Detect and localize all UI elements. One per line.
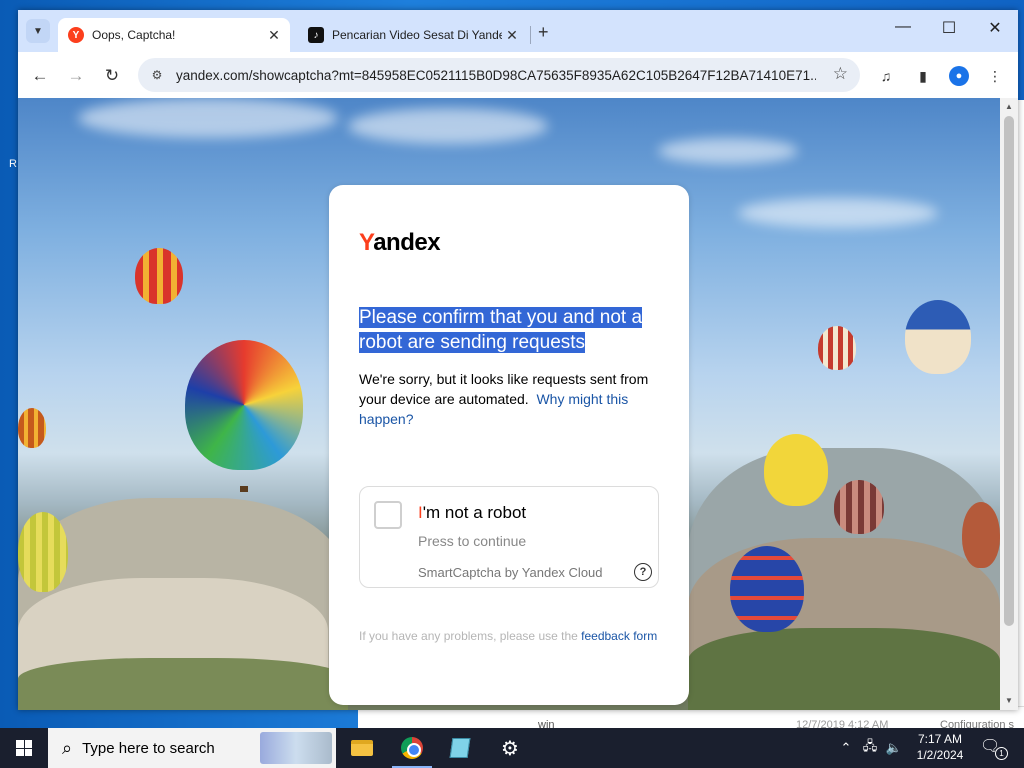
settings-button[interactable]: ⚙ [486, 728, 534, 768]
tiktok-favicon-icon: ♪ [308, 27, 324, 43]
file-explorer-button[interactable] [338, 728, 386, 768]
kebab-menu-icon[interactable]: ⋮ [985, 66, 1005, 86]
yandex-favicon-icon: Y [68, 27, 84, 43]
scroll-up-icon[interactable]: ▲ [1005, 102, 1013, 111]
checkbox-subtitle: Press to continue [418, 533, 527, 549]
balloon-decoration [18, 408, 46, 448]
balloon-decoration [818, 326, 856, 370]
close-tab-icon[interactable]: ✕ [264, 27, 284, 44]
forward-button[interactable]: → [64, 64, 88, 88]
balloon-decoration [18, 512, 68, 592]
bookmark-star-icon[interactable]: ☆ [833, 64, 848, 84]
cloud-decoration [658, 138, 798, 164]
balloon-decoration [185, 340, 303, 470]
reload-button[interactable]: ↻ [100, 64, 124, 88]
balloon-decoration [905, 300, 971, 374]
balloon-decoration [764, 434, 828, 506]
notification-badge: 1 [995, 747, 1008, 760]
captcha-brand: SmartCaptcha by Yandex Cloud [418, 565, 603, 580]
tab-tiktok[interactable]: ♪ Pencarian Video Sesat Di Yande ✕ [298, 18, 528, 52]
tab-bar: ▼ Y Oops, Captcha! ✕ ♪ Pencarian Video S… [18, 10, 1018, 52]
cloud-decoration [348, 108, 548, 144]
arrow-left-icon: ← [31, 66, 49, 85]
vertical-scrollbar[interactable]: ▲ ▼ [1000, 98, 1018, 710]
network-icon[interactable]: 🖧 [860, 728, 880, 768]
page-viewport: Yandex Please confirm that you and not a… [18, 98, 1000, 710]
cloud-decoration [78, 98, 338, 138]
captcha-card: Yandex Please confirm that you and not a… [329, 185, 689, 705]
back-button[interactable]: ← [28, 64, 52, 88]
site-info-icon[interactable]: ⚙ [148, 68, 166, 82]
field-decoration [18, 658, 348, 710]
gear-icon: ⚙ [501, 737, 519, 760]
balloon-decoration [834, 480, 884, 534]
balloon-decoration [135, 248, 183, 304]
scroll-down-icon[interactable]: ▼ [1005, 696, 1013, 705]
chrome-button[interactable] [388, 728, 436, 768]
tab-search-button[interactable]: ▼ [26, 19, 50, 43]
windows-logo-icon [16, 740, 32, 756]
arrow-right-icon: → [67, 66, 85, 85]
reload-icon: ↻ [104, 66, 120, 85]
notification-center-button[interactable]: 🗨 1 [980, 736, 1008, 760]
address-bar[interactable]: ⚙ yandex.com/showcaptcha?mt=845958EC0521… [138, 58, 860, 92]
captcha-description: We're sorry, but it looks like requests … [359, 371, 649, 427]
help-icon[interactable]: ? [634, 563, 652, 581]
notepad-icon [449, 738, 471, 758]
profile-avatar-icon[interactable]: ● [949, 66, 969, 86]
basket-decoration [240, 486, 248, 492]
browser-window: ▼ Y Oops, Captcha! ✕ ♪ Pencarian Video S… [18, 10, 1018, 710]
new-tab-button[interactable]: + [538, 22, 549, 43]
taskbar-search[interactable]: ⌕ Type here to search [48, 728, 336, 768]
media-control-icon[interactable]: ♫ [876, 66, 896, 86]
volume-muted-icon[interactable]: 🔈 [884, 728, 904, 768]
tab-title: Pencarian Video Sesat Di Yande [332, 28, 502, 42]
search-highlight-image[interactable] [260, 732, 332, 764]
field-decoration [688, 628, 1000, 710]
feedback-link[interactable]: feedback form [581, 629, 657, 643]
cloud-decoration [738, 198, 938, 228]
page-title: Please confirm that you and not a robot … [359, 307, 643, 353]
tab-title: Oops, Captcha! [92, 28, 176, 42]
chrome-icon [401, 737, 423, 759]
desktop-edge-text: R [9, 158, 17, 170]
side-panel-icon[interactable]: ▮ [913, 66, 933, 86]
tab-divider [530, 26, 531, 44]
browser-toolbar: ← → ↻ ⚙ yandex.com/showcaptcha?mt=845958… [18, 52, 1018, 98]
folder-icon [351, 740, 373, 756]
tab-captcha[interactable]: Y Oops, Captcha! ✕ [58, 18, 290, 52]
notepad-button[interactable] [436, 728, 484, 768]
windows-taskbar: ⌕ Type here to search ⚙ ⌃ 🖧 🔈 7:17 AM 1/… [0, 728, 1024, 768]
search-icon: ⌕ [62, 737, 73, 758]
close-window-button[interactable]: ✕ [972, 18, 1018, 38]
feedback-note: If you have any problems, please use the… [359, 629, 658, 643]
checkbox-label[interactable]: I'm not a robot [418, 503, 526, 523]
not-robot-checkbox[interactable] [374, 501, 402, 529]
balloon-decoration [962, 502, 1000, 568]
clock-time: 7:17 AM [917, 732, 963, 746]
clock-date: 1/2/2024 [916, 748, 964, 762]
minimize-button[interactable]: — [880, 18, 926, 36]
smartcaptcha-widget[interactable]: I'm not a robot Press to continue SmartC… [359, 486, 659, 588]
start-button[interactable] [0, 728, 48, 768]
yandex-logo: Yandex [359, 229, 441, 256]
tray-overflow-icon[interactable]: ⌃ [836, 728, 856, 768]
search-placeholder[interactable]: Type here to search [82, 740, 215, 757]
system-clock[interactable]: 7:17 AM 1/2/2024 [908, 731, 972, 763]
balloon-decoration [730, 546, 804, 632]
close-tab-icon[interactable]: ✕ [502, 27, 522, 44]
url-text[interactable]: yandex.com/showcaptcha?mt=845958EC052111… [176, 68, 816, 83]
chevron-down-icon: ▼ [33, 25, 43, 37]
scrollbar-thumb[interactable] [1004, 116, 1014, 626]
maximize-button[interactable]: ☐ [926, 18, 972, 38]
